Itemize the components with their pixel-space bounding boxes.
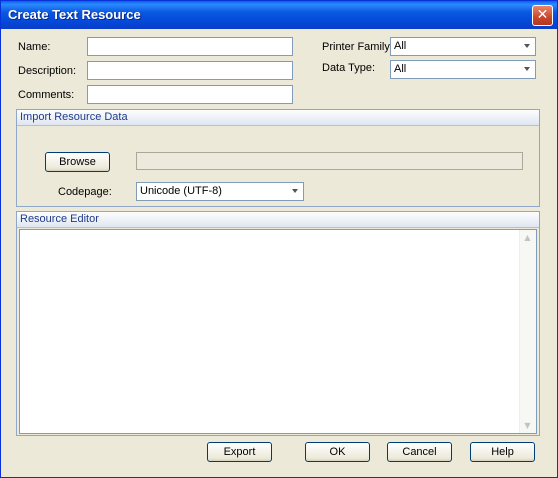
data-type-value: All: [394, 63, 407, 75]
codepage-select[interactable]: Unicode (UTF-8): [136, 182, 304, 201]
dialog-window: Create Text Resource ✕ Name: Description…: [0, 0, 558, 478]
scroll-down-icon[interactable]: ▼: [523, 421, 532, 430]
resource-editor-group: Resource Editor ▲ ▼: [16, 211, 540, 436]
description-label: Description:: [18, 65, 77, 77]
dialog-body: Name: Description: Comments: Printer Fam…: [4, 30, 554, 475]
comments-label: Comments:: [18, 89, 75, 101]
cancel-button[interactable]: Cancel: [387, 442, 452, 462]
title-bar[interactable]: Create Text Resource ✕: [1, 1, 557, 29]
ok-button[interactable]: OK: [305, 442, 370, 462]
import-path-field: [136, 152, 523, 170]
chevron-down-icon[interactable]: [524, 44, 530, 48]
comments-field[interactable]: [87, 85, 293, 104]
scroll-up-icon[interactable]: ▲: [523, 233, 532, 242]
chevron-down-icon[interactable]: [292, 189, 298, 193]
description-field[interactable]: [87, 61, 293, 80]
name-field[interactable]: [87, 37, 293, 56]
chevron-down-icon[interactable]: [524, 67, 530, 71]
export-button[interactable]: Export: [207, 442, 272, 462]
name-label: Name:: [18, 41, 51, 53]
data-type-select[interactable]: All: [390, 60, 536, 79]
codepage-label: Codepage:: [58, 186, 112, 198]
printer-family-label: Printer Family:: [322, 41, 393, 53]
editor-group-title: Resource Editor: [20, 213, 99, 225]
printer-family-value: All: [394, 40, 407, 52]
editor-group-header: Resource Editor: [17, 212, 539, 228]
import-group-title: Import Resource Data: [20, 111, 128, 123]
browse-button[interactable]: Browse: [45, 152, 110, 172]
editor-scrollbar[interactable]: ▲ ▼: [519, 230, 536, 433]
import-resource-group: Import Resource Data Browse Codepage: Un…: [16, 109, 540, 207]
codepage-value: Unicode (UTF-8): [140, 185, 222, 197]
window-title: Create Text Resource: [8, 7, 141, 22]
data-type-label: Data Type:: [322, 62, 375, 74]
close-icon[interactable]: ✕: [532, 5, 553, 26]
import-group-header: Import Resource Data: [17, 110, 539, 126]
help-button[interactable]: Help: [470, 442, 535, 462]
resource-editor-textarea[interactable]: ▲ ▼: [19, 229, 537, 434]
printer-family-select[interactable]: All: [390, 37, 536, 56]
